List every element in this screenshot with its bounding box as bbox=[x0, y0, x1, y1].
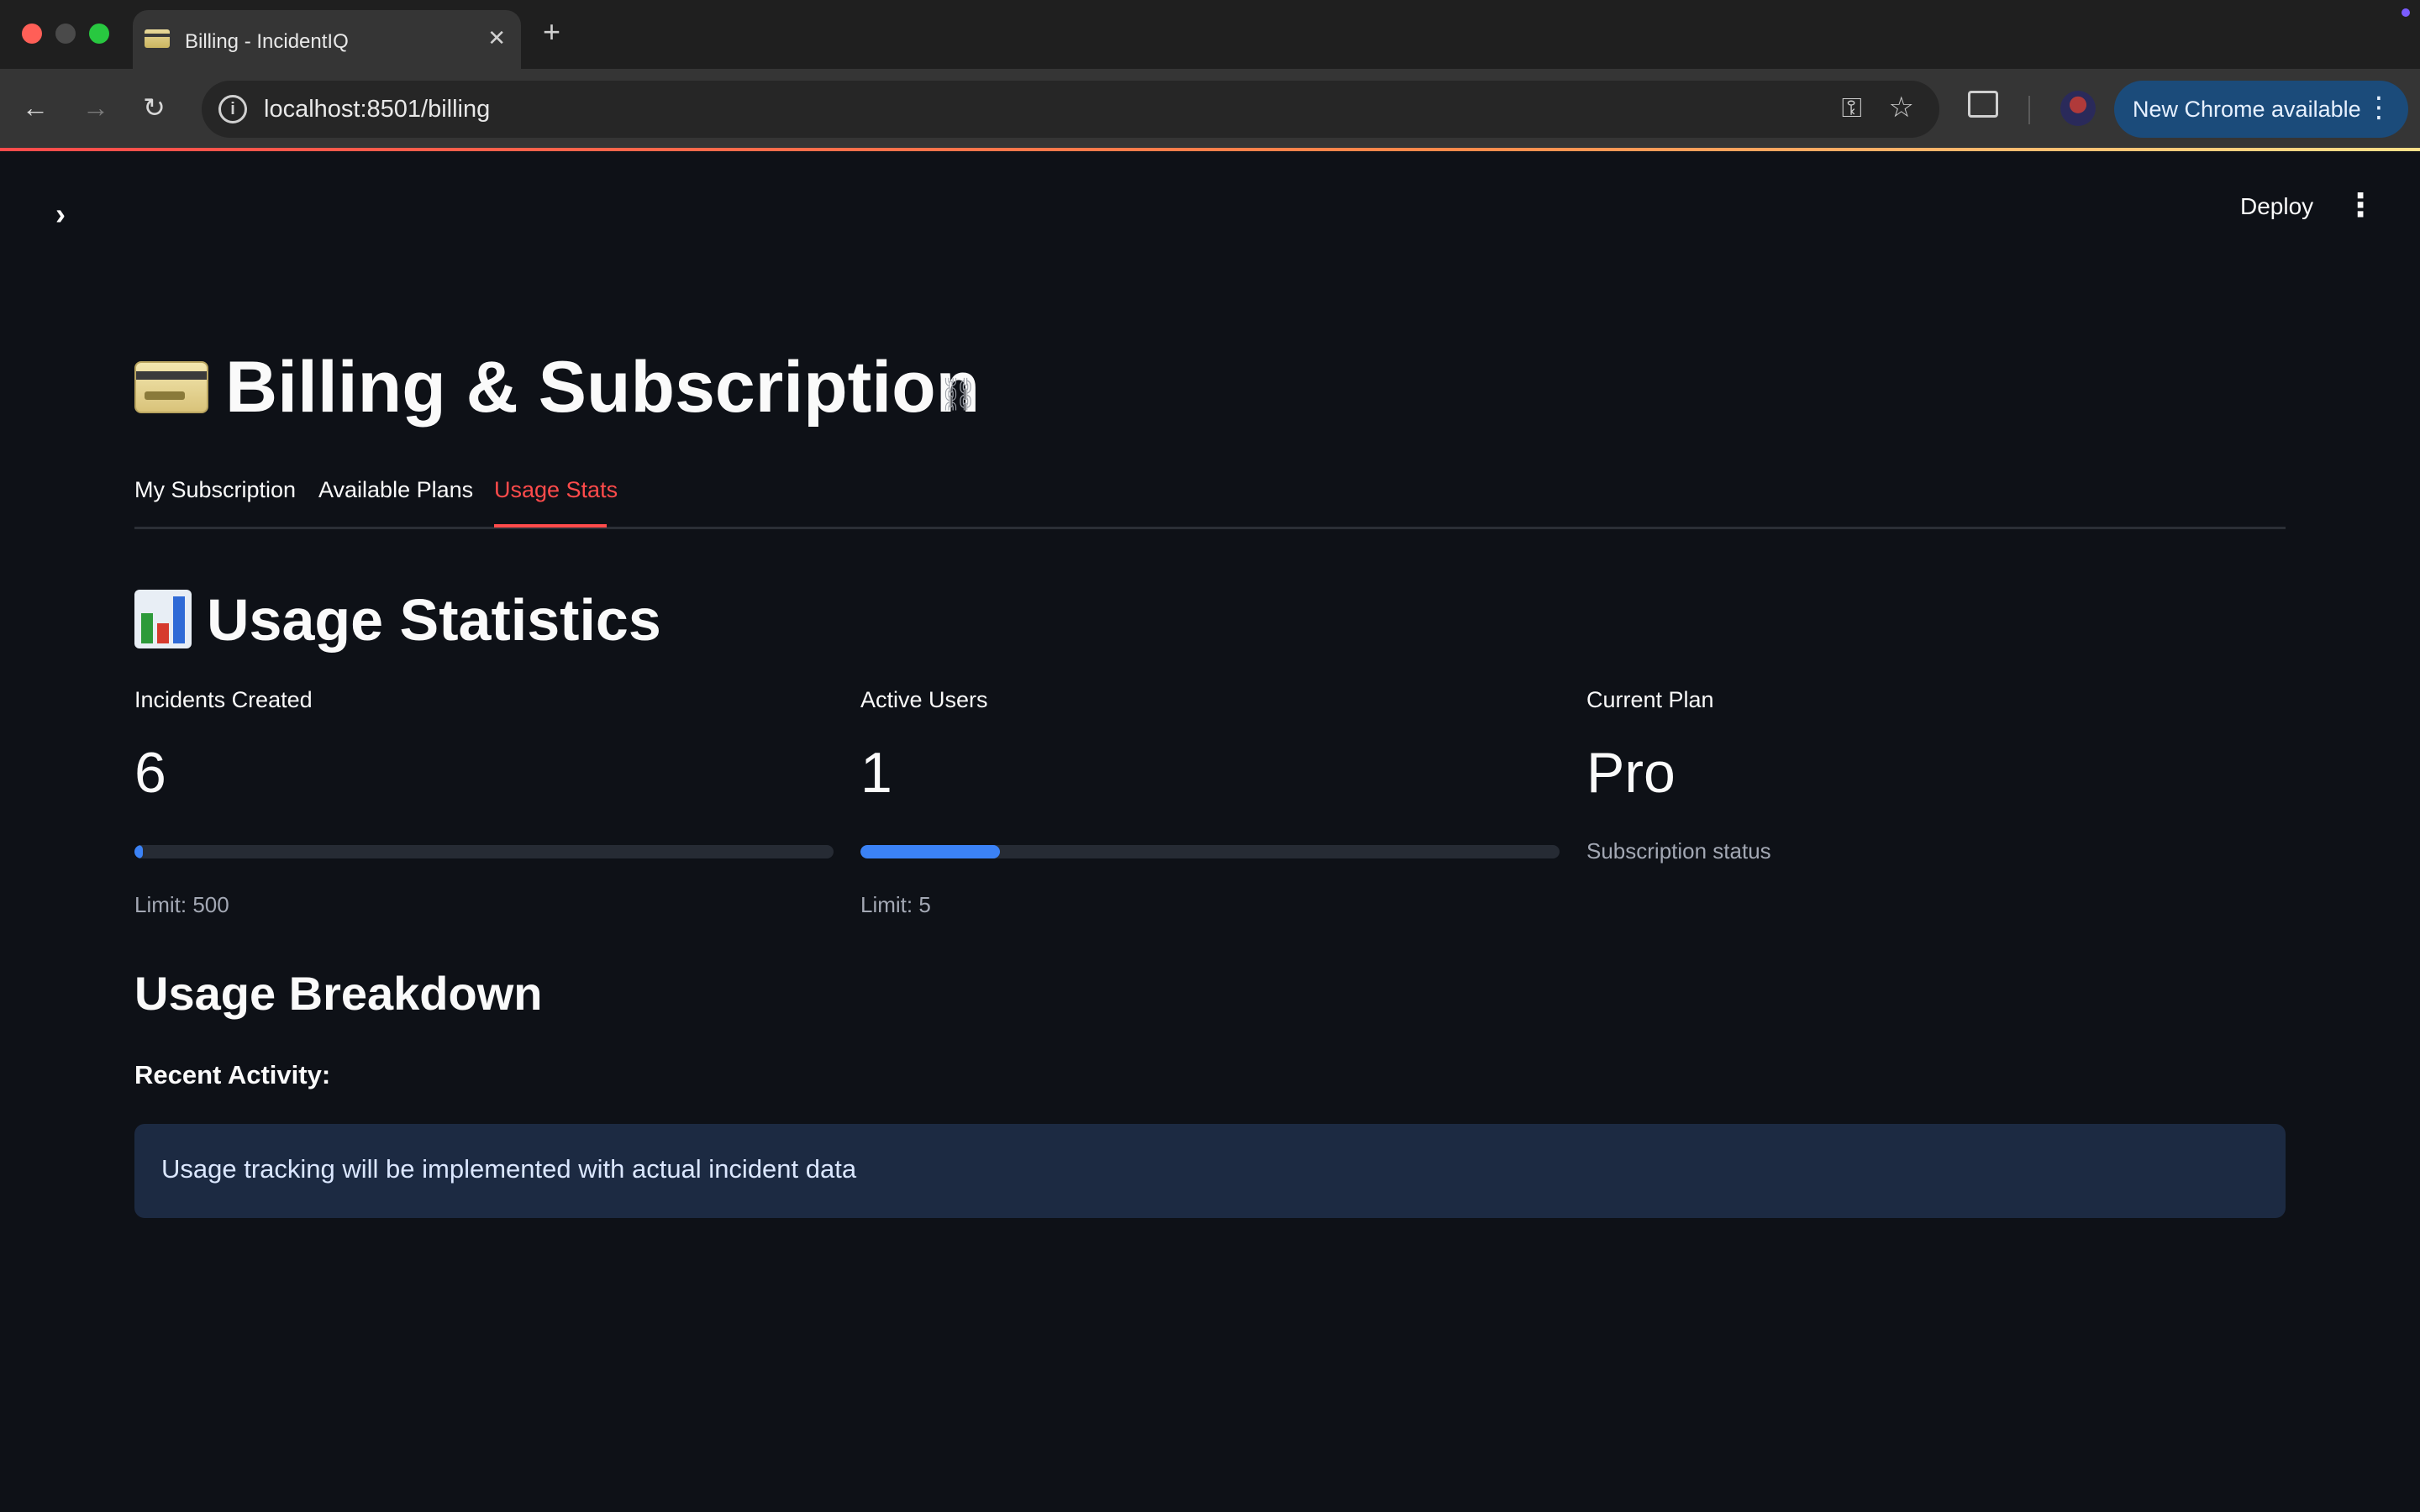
metric-value: 6 bbox=[134, 741, 166, 805]
new-chrome-available-button[interactable]: New Chrome available ⋮ bbox=[2114, 81, 2408, 138]
section-title: Usage Statistics bbox=[207, 587, 661, 653]
progress-fill bbox=[134, 845, 143, 858]
close-tab-icon[interactable]: ✕ bbox=[487, 27, 506, 49]
address-bar[interactable]: i localhost:8501/billing ⚿ ☆ bbox=[202, 81, 1939, 138]
url-text[interactable]: localhost:8501/billing bbox=[264, 96, 490, 123]
tab-bar: My Subscription Available Plans Usage St… bbox=[134, 470, 2286, 529]
browser-tab[interactable]: Billing - IncidentIQ ✕ bbox=[133, 10, 521, 69]
metric-incidents-created: Incidents Created 6 bbox=[134, 687, 832, 806]
active-tab-indicator bbox=[494, 524, 607, 528]
tab-title: Billing - IncidentIQ bbox=[185, 30, 349, 53]
plan-status-caption: Subscription status bbox=[1586, 838, 1771, 864]
info-message: Usage tracking will be implemented with … bbox=[161, 1154, 857, 1184]
metric-label: Active Users bbox=[860, 687, 988, 712]
metric-value: Pro bbox=[1586, 741, 1676, 805]
credit-card-icon bbox=[134, 361, 208, 413]
deploy-button[interactable]: Deploy bbox=[2240, 193, 2313, 220]
browser-tabstrip: Billing - IncidentIQ ✕ + bbox=[0, 0, 2420, 69]
search-tab-icon[interactable] bbox=[1968, 91, 1998, 118]
credit-card-icon bbox=[145, 29, 170, 48]
usage-breakdown-heading: Usage Breakdown bbox=[134, 967, 543, 1020]
users-limit-caption: Limit: 5 bbox=[860, 892, 931, 917]
toolbar-divider bbox=[2028, 96, 2030, 124]
tab-available-plans[interactable]: Available Plans bbox=[318, 477, 473, 503]
forward-arrow-icon[interactable]: → bbox=[82, 92, 109, 123]
metric-active-users: Active Users 1 bbox=[860, 687, 1558, 806]
minimize-window-button[interactable] bbox=[55, 24, 76, 44]
chevron-right-icon[interactable]: › bbox=[55, 197, 66, 232]
password-key-icon[interactable]: ⚿ bbox=[1842, 92, 1862, 124]
incidents-limit-caption: Limit: 500 bbox=[134, 892, 229, 917]
bookmark-star-icon[interactable]: ☆ bbox=[1889, 91, 1914, 124]
close-window-button[interactable] bbox=[22, 24, 42, 44]
metric-current-plan: Current Plan Pro bbox=[1586, 687, 2284, 806]
reload-icon[interactable]: ↻ bbox=[143, 92, 166, 123]
maximize-window-button[interactable] bbox=[89, 24, 109, 44]
main-menu-icon[interactable]: ⋮ bbox=[2344, 186, 2376, 224]
anchor-link-icon[interactable]: ⛓ bbox=[938, 376, 978, 413]
tab-my-subscription[interactable]: My Subscription bbox=[134, 477, 296, 503]
incidents-progress-bar bbox=[134, 845, 834, 858]
new-tab-icon[interactable]: + bbox=[543, 15, 560, 49]
browser-toolbar: ← → ↻ i localhost:8501/billing ⚿ ☆ New C… bbox=[0, 69, 2420, 148]
metric-value: 1 bbox=[860, 741, 892, 805]
back-arrow-icon[interactable]: ← bbox=[22, 92, 49, 123]
tab-usage-stats[interactable]: Usage Stats bbox=[494, 477, 618, 503]
metric-label: Current Plan bbox=[1586, 687, 1714, 712]
metric-label: Incidents Created bbox=[134, 687, 313, 712]
progress-fill bbox=[860, 845, 1001, 858]
users-progress-bar bbox=[860, 845, 1560, 858]
page-title: Billing & Subscription bbox=[225, 347, 981, 428]
bar-chart-icon bbox=[134, 590, 192, 648]
streamlit-app: › Deploy ⋮ Billing & Subscription ⛓ My S… bbox=[0, 151, 2420, 1512]
info-alert: Usage tracking will be implemented with … bbox=[134, 1124, 2286, 1218]
kebab-menu-icon: ⋮ bbox=[2365, 92, 2393, 123]
profile-avatar[interactable] bbox=[2060, 91, 2096, 126]
extension-indicator bbox=[2402, 8, 2410, 17]
recent-activity-label: Recent Activity: bbox=[134, 1060, 331, 1089]
update-label: New Chrome available bbox=[2133, 97, 2361, 122]
site-info-icon[interactable]: i bbox=[218, 95, 247, 123]
